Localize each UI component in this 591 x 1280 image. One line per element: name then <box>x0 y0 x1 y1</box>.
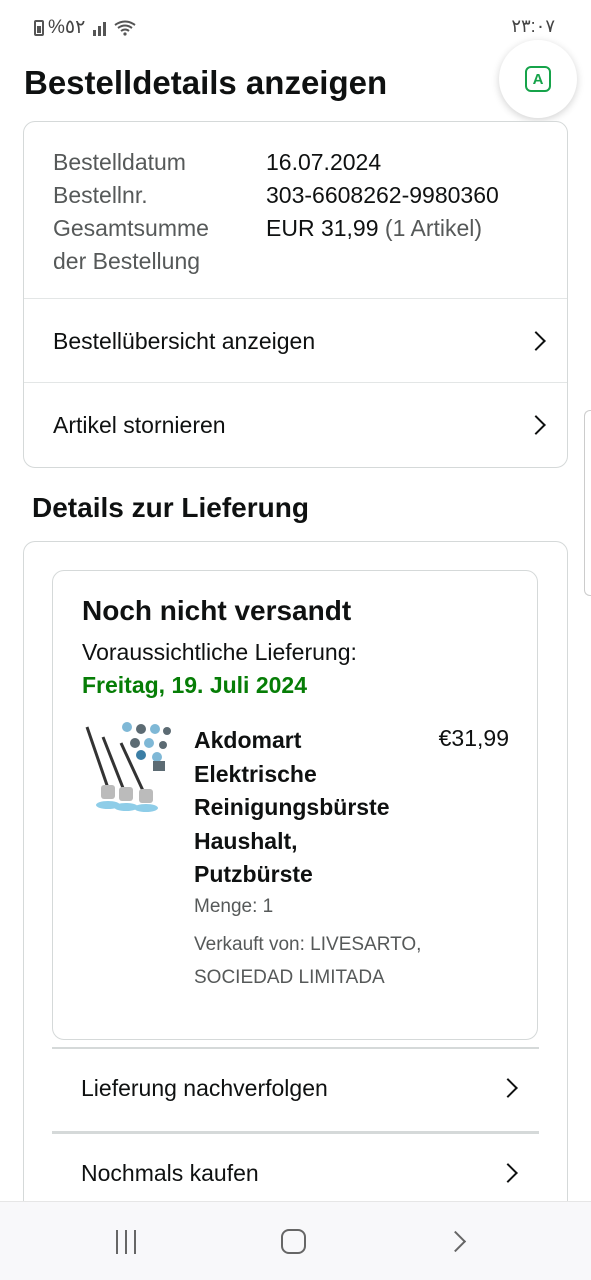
product-seller: Verkauft von: LIVESARTO, SOCIEDAD LIMITA… <box>194 934 422 988</box>
order-date-value: 16.07.2024 <box>266 149 382 175</box>
product-quantity: Menge: 1 <box>194 896 274 917</box>
home-button[interactable] <box>281 1229 306 1254</box>
battery-icon <box>34 19 44 36</box>
page-title: Bestelldetails anzeigen <box>24 64 388 101</box>
edge-panel-handle[interactable] <box>584 410 591 596</box>
order-item-count: (1 Artikel) <box>384 215 483 241</box>
order-total-label: Gesamtsumme der Bestellung <box>53 212 266 278</box>
cancel-items-button[interactable]: Artikel stornieren <box>24 383 567 467</box>
product-title-link[interactable]: Akdomart Elektrische Reinigungsbürste Ha… <box>194 724 414 892</box>
signal-icon <box>93 20 107 36</box>
order-date-label: Bestelldatum <box>53 149 186 175</box>
battery-percent: %٥٢ <box>48 17 86 38</box>
recent-apps-button[interactable] <box>116 1230 136 1254</box>
view-order-summary-label: Bestellübersicht anzeigen <box>53 327 316 354</box>
a-icon: A <box>525 66 551 92</box>
status-left: %٥٢ <box>34 16 136 39</box>
delivery-section-title: Details zur Lieferung <box>32 492 309 523</box>
wifi-icon <box>114 20 136 36</box>
status-time: ٢٣:٠٧ <box>511 16 555 36</box>
back-button[interactable] <box>444 1230 467 1253</box>
track-delivery-button[interactable]: Lieferung nachverfolgen <box>52 1046 539 1130</box>
chevron-right-icon <box>498 1078 518 1098</box>
order-info: Bestelldatum 16.07.2024 Bestellnr. 303-6… <box>53 146 499 278</box>
order-summary-card: Bestelldatum 16.07.2024 Bestellnr. 303-6… <box>23 121 568 468</box>
delivery-card: Noch nicht versandt Voraussichtliche Lie… <box>23 541 568 1241</box>
order-total-label-line2: der Bestellung <box>53 248 201 274</box>
delivery-eta-date: Freitag, 19. Juli 2024 <box>82 672 308 698</box>
order-total-amount: EUR 31,99 <box>266 215 379 241</box>
cancel-items-label: Artikel stornieren <box>53 411 226 438</box>
order-total-row: Gesamtsumme der Bestellung EUR 31,99 (1 … <box>53 212 499 278</box>
shipment-status: Noch nicht versandt <box>82 595 352 626</box>
product-price: €31,99 <box>438 725 509 751</box>
shipment-box: Noch nicht versandt Voraussichtliche Lie… <box>52 570 538 1040</box>
system-navigation-bar <box>0 1201 591 1280</box>
product-image[interactable] <box>81 721 173 813</box>
order-total-label-line1: Gesamtsumme <box>53 215 209 241</box>
chevron-right-icon <box>526 415 546 435</box>
order-total-value: EUR 31,99 (1 Artikel) <box>266 212 482 278</box>
order-number-row: Bestellnr. 303-6608262-9980360 <box>53 179 499 212</box>
delivery-eta-label: Voraussichtliche Lieferung: <box>82 639 357 665</box>
chevron-right-icon <box>498 1163 518 1183</box>
buy-again-label: Nochmals kaufen <box>81 1159 259 1186</box>
order-number-label: Bestellnr. <box>53 182 148 208</box>
chevron-right-icon <box>526 331 546 351</box>
track-delivery-label: Lieferung nachverfolgen <box>81 1074 328 1101</box>
status-bar: %٥٢ ٢٣:٠٧ <box>0 0 591 52</box>
accessibility-fab-button[interactable]: A <box>499 40 577 118</box>
order-number-value: 303-6608262-9980360 <box>266 182 499 208</box>
view-order-summary-button[interactable]: Bestellübersicht anzeigen <box>24 299 567 383</box>
order-date-row: Bestelldatum 16.07.2024 <box>53 146 499 179</box>
